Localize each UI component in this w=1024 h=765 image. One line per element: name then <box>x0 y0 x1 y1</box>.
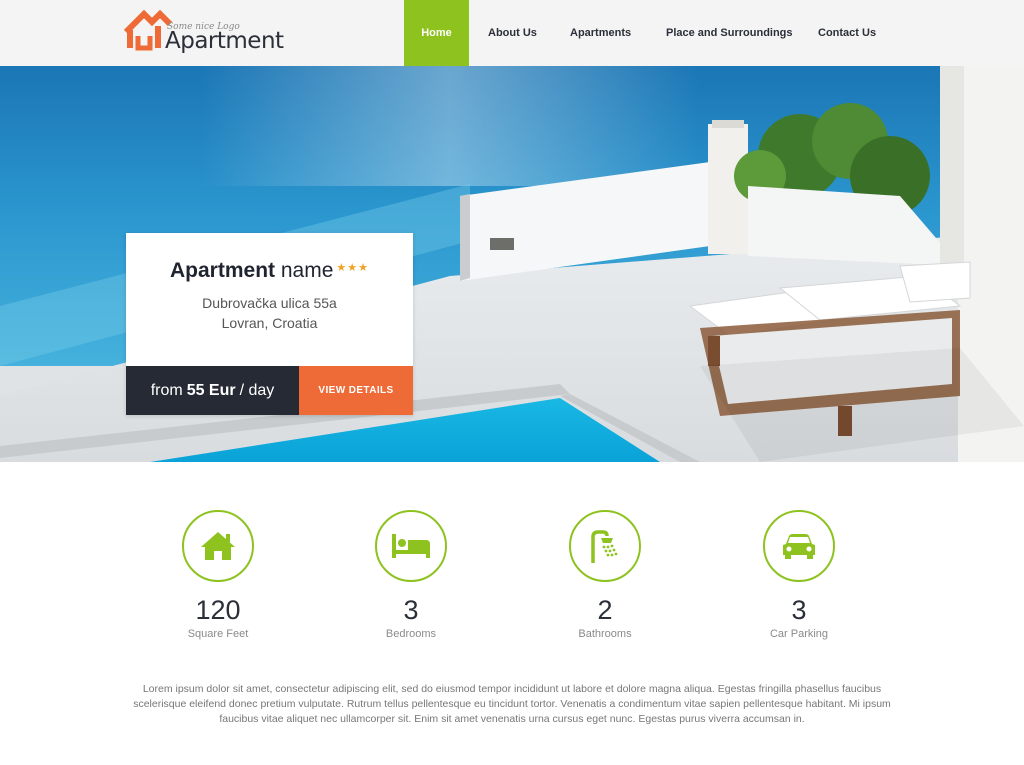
logo-text: Apartment <box>165 28 284 54</box>
property-card-info: Apartment name ★★★ Dubrovačka ulica 55a L… <box>126 233 413 366</box>
price-prefix: from <box>150 381 183 399</box>
feature-bedrooms: 3 Bedrooms <box>341 510 481 640</box>
shower-icon <box>591 530 618 563</box>
feature-label: Bathrooms <box>578 628 632 640</box>
feature-circle <box>569 510 641 582</box>
address-line-1: Dubrovačka ulica 55a <box>202 295 337 311</box>
nav-contact-us[interactable]: Contact Us <box>818 0 898 66</box>
apartment-description: Lorem ipsum dolor sit amet, consectetur … <box>133 683 891 725</box>
feature-value: 120 <box>195 595 241 625</box>
feature-label: Bedrooms <box>385 628 437 640</box>
property-title: Apartment name ★★★ <box>126 233 413 283</box>
feature-car-parking: 3 Car Parking <box>729 510 869 640</box>
feature-circle <box>763 510 835 582</box>
nav-home[interactable]: Home <box>404 0 469 66</box>
feature-label: Square Feet <box>187 628 249 640</box>
feature-bathrooms: 2 Bathrooms <box>535 510 675 640</box>
price-suffix: / day <box>239 381 275 399</box>
bed-icon <box>392 534 430 558</box>
property-card: Apartment name ★★★ Dubrovačka ulica 55a L… <box>126 233 413 415</box>
feature-value: 3 <box>403 595 419 625</box>
main-nav: Home About Us Apartments Place and Surro… <box>404 0 898 66</box>
price-box: from 55 Eur / day <box>126 366 299 415</box>
house-icon <box>201 532 235 560</box>
site-logo[interactable]: Some nice Logo Apartment <box>124 8 294 58</box>
property-address: Dubrovačka ulica 55a Lovran, Croatia <box>126 293 413 333</box>
view-details-button[interactable]: VIEW DETAILS <box>299 366 413 415</box>
nav-apartments[interactable]: Apartments <box>570 0 666 66</box>
feature-value: 3 <box>791 595 807 625</box>
feature-circle <box>182 510 254 582</box>
property-title-light: name <box>280 259 334 282</box>
price-value: 55 Eur <box>186 381 236 399</box>
nav-about-us[interactable]: About Us <box>469 0 570 66</box>
site-header: Some nice Logo Apartment Home About Us A… <box>0 0 1024 66</box>
hero-banner: Apartment name ★★★ Dubrovačka ulica 55a L… <box>0 66 1024 462</box>
property-title-bold: Apartment <box>170 259 276 282</box>
address-line-2: Lovran, Croatia <box>221 315 318 331</box>
feature-value: 2 <box>597 595 613 625</box>
feature-circle <box>375 510 447 582</box>
feature-label: Car Parking <box>769 628 829 640</box>
rating-stars: ★★★ <box>336 262 369 274</box>
car-icon <box>783 534 815 559</box>
feature-square-feet: 120 Square Feet <box>148 510 288 640</box>
nav-place-and-surroundings[interactable]: Place and Surroundings <box>666 0 818 66</box>
property-card-footer: from 55 Eur / day VIEW DETAILS <box>126 366 413 415</box>
